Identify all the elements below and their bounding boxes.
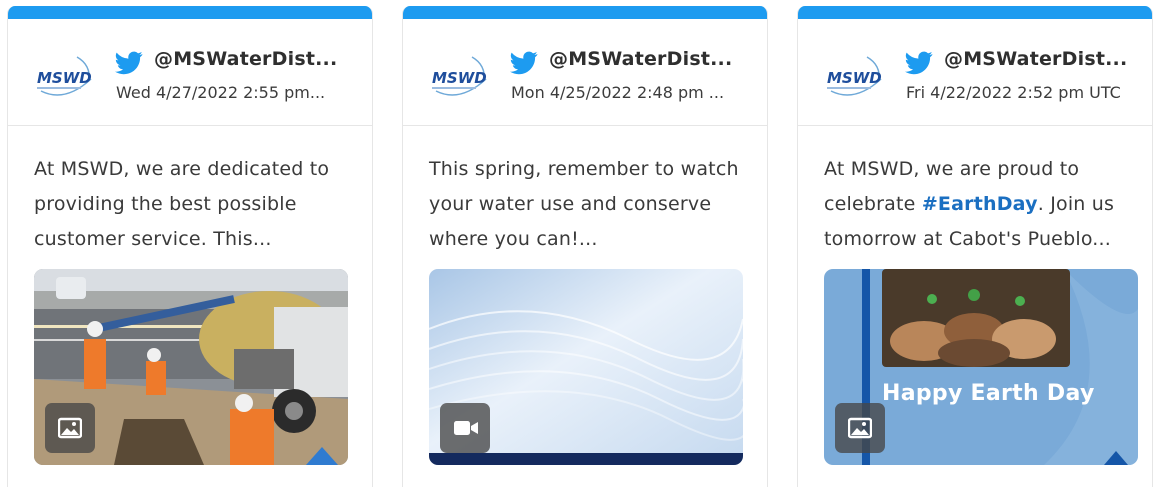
twitter-icon (115, 51, 143, 75)
post-media[interactable] (34, 269, 348, 465)
media-type-badge (440, 403, 490, 453)
twitter-icon (905, 51, 933, 75)
card-accent-bar (798, 6, 1152, 19)
tweet-card-3[interactable]: MSWD @MSWaterDist... Fri 4/22/2022 2:52 … (797, 6, 1153, 487)
post-date: Fri 4/22/2022 2:52 pm UTC (906, 83, 1121, 102)
post-text: This spring, remember to watch your wate… (429, 158, 739, 250)
account-handle[interactable]: @MSWaterDist... (944, 48, 1149, 70)
mswd-logo: MSWD (37, 56, 92, 96)
hashtag-link[interactable]: #EarthDay (922, 193, 1038, 215)
media-type-badge (835, 403, 885, 453)
svg-text:MSWD: MSWD (827, 69, 882, 87)
post-date: Wed 4/27/2022 2:55 pm... (116, 83, 326, 102)
svg-text:MSWD: MSWD (432, 69, 487, 87)
card-header: MSWD @MSWaterDist... Wed 4/27/2022 2:55 … (8, 19, 372, 126)
svg-text:MSWD: MSWD (37, 69, 92, 87)
tweet-card-1[interactable]: MSWD @MSWaterDist... Wed 4/27/2022 2:55 … (7, 6, 373, 487)
media-type-badge (45, 403, 95, 453)
mswd-logo: MSWD (827, 56, 882, 96)
post-text: At MSWD, we are dedicated to providing t… (34, 158, 330, 250)
mswd-logo: MSWD (432, 56, 487, 96)
post-date: Mon 4/25/2022 2:48 pm ... (511, 83, 725, 102)
image-icon (848, 417, 872, 439)
card-header: MSWD @MSWaterDist... Mon 4/25/2022 2:48 … (403, 19, 767, 126)
post-text: At MSWD, we are proud to celebrate #Eart… (824, 152, 1144, 257)
video-icon (454, 421, 478, 435)
post-media[interactable]: Happy Earth Day (824, 269, 1138, 465)
account-handle[interactable]: @MSWaterDist... (154, 48, 359, 70)
card-accent-bar (8, 6, 372, 19)
twitter-icon (510, 51, 538, 75)
card-header: MSWD @MSWaterDist... Fri 4/22/2022 2:52 … (798, 19, 1152, 126)
media-overlay-text: Happy Earth Day (882, 381, 1095, 406)
post-media[interactable] (429, 269, 743, 465)
tweet-card-2[interactable]: MSWD @MSWaterDist... Mon 4/25/2022 2:48 … (402, 6, 768, 487)
account-handle[interactable]: @MSWaterDist... (549, 48, 754, 70)
image-icon (58, 417, 82, 439)
card-accent-bar (403, 6, 767, 19)
